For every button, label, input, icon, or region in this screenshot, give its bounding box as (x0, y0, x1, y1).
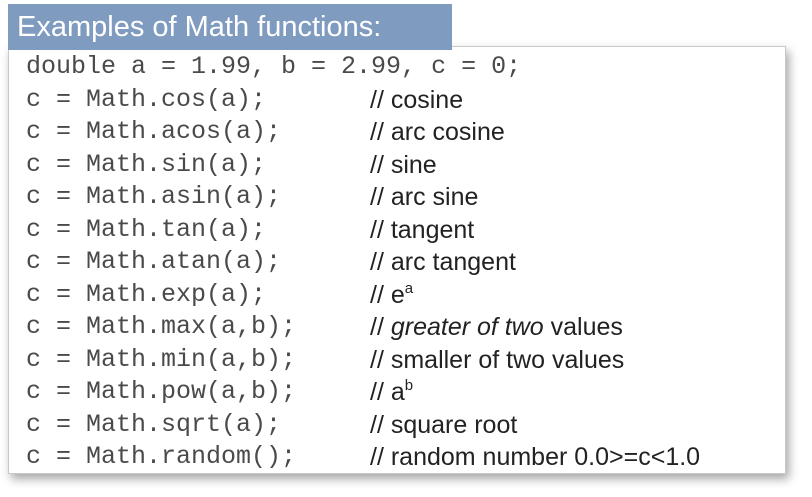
comment-text: // (370, 313, 391, 341)
code-statement: c = Math.tan(a); (26, 215, 267, 244)
code-comment: // ea (370, 279, 413, 311)
code-statement: c = Math.asin(a); (26, 182, 282, 211)
code-statement: c = Math.min(a,b); (26, 345, 297, 374)
code-comment: // ab (370, 376, 413, 408)
code-statement: c = Math.pow(a,b); (26, 377, 297, 406)
code-comment: // cosine (370, 86, 464, 114)
code-comment: // arc cosine (370, 118, 505, 146)
code-statement: c = Math.sqrt(a); (26, 410, 282, 439)
code-statement: c = Math.sin(a); (26, 150, 267, 179)
code-statement: c = Math.acos(a); (26, 117, 282, 146)
code-comment: // arc sine (370, 183, 479, 211)
superscript-exponent: a (404, 280, 414, 297)
code-statement: c = Math.exp(a); (26, 280, 267, 309)
superscript-exponent: b (404, 377, 414, 394)
code-comment: // sine (370, 151, 437, 179)
comment-text: // e (370, 281, 405, 309)
declaration-code: double a = 1.99, b = 2.99, c = 0; (26, 52, 522, 81)
comment-italic-text: greater of two (390, 313, 544, 341)
comment-text: // a (370, 378, 405, 406)
code-statement: c = Math.cos(a); (26, 85, 267, 114)
code-comment: // tangent (370, 216, 475, 244)
code-comment: // greater of two values (370, 311, 623, 343)
code-statement: c = Math.atan(a); (26, 247, 282, 276)
comment-text: values (543, 313, 623, 341)
code-comment: // random number 0.0>=c<1.0 (370, 443, 701, 471)
code-box: double a = 1.99, b = 2.99, c = 0; c = Ma… (8, 46, 786, 474)
code-comment: // smaller of two values (370, 346, 625, 374)
code-statement: c = Math.random(); (26, 442, 297, 471)
code-statement: c = Math.max(a,b); (26, 312, 297, 341)
slide-title: Examples of Math functions: (8, 4, 452, 50)
code-comment: // arc tangent (370, 248, 516, 276)
code-comment: // square root (370, 411, 518, 439)
